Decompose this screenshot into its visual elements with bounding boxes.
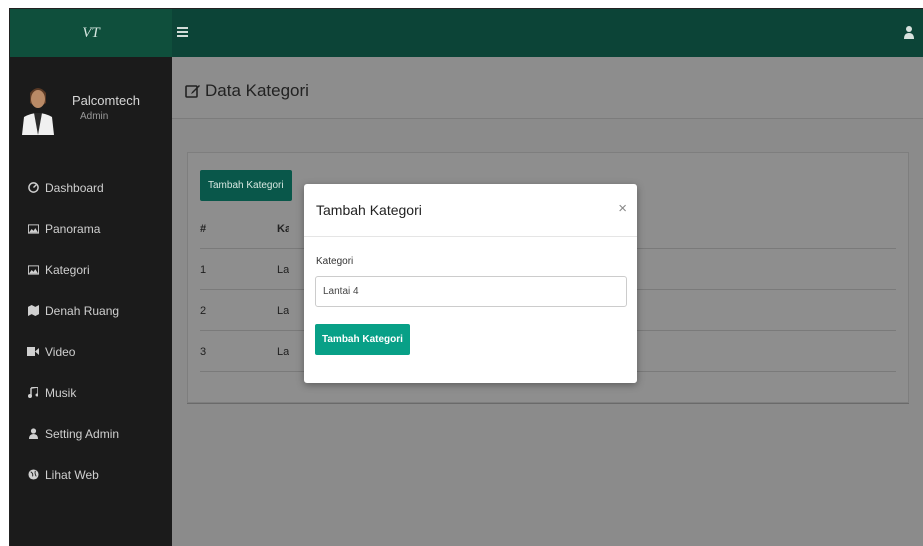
sidebar-item-label: Kategori bbox=[45, 262, 90, 277]
map-icon bbox=[27, 305, 39, 317]
edit-icon bbox=[185, 85, 200, 98]
modal-title: Tambah Kategori bbox=[316, 202, 422, 218]
page-title: Data Kategori bbox=[185, 81, 309, 101]
row-kategori: Lantai 2 bbox=[277, 305, 289, 317]
sidebar-item-label: Video bbox=[45, 344, 76, 359]
kategori-input[interactable] bbox=[315, 276, 627, 307]
user-menu-icon[interactable] bbox=[904, 25, 914, 39]
add-kategori-modal: Tambah Kategori × Kategori Tambah Katego… bbox=[304, 184, 637, 383]
avatar bbox=[20, 79, 56, 135]
music-icon bbox=[27, 387, 39, 399]
submit-kategori-button[interactable]: Tambah Kategori bbox=[315, 324, 410, 355]
user-profile: Palcomtech Admin bbox=[10, 57, 172, 147]
brand-logo[interactable]: VT bbox=[10, 9, 172, 57]
app-window: VT Palcomtech Admin Dashboard Panorama K… bbox=[9, 8, 923, 546]
modal-header: Tambah Kategori × bbox=[304, 184, 637, 237]
brand-logo-text: VT bbox=[82, 25, 100, 41]
profile-name: Palcomtech bbox=[72, 93, 140, 108]
row-number: 1 bbox=[200, 264, 207, 276]
sidebar-item-label: Denah Ruang bbox=[45, 303, 120, 318]
profile-role: Admin bbox=[80, 111, 109, 122]
image-icon bbox=[27, 264, 39, 276]
sidebar-item-label: Setting Admin bbox=[45, 426, 120, 441]
sidebar-item-lihat-web[interactable]: Lihat Web bbox=[10, 454, 172, 495]
sidebar-item-label: Dashboard bbox=[45, 180, 104, 195]
sidebar-item-panorama[interactable]: Panorama bbox=[10, 208, 172, 249]
sidebar-item-musik[interactable]: Musik bbox=[10, 372, 172, 413]
sidebar-item-label: Lihat Web bbox=[45, 467, 99, 482]
sidebar-item-label: Panorama bbox=[45, 221, 101, 236]
menu-toggle-icon[interactable] bbox=[177, 27, 188, 37]
topbar bbox=[172, 9, 923, 57]
video-icon bbox=[27, 346, 39, 358]
sidebar-item-kategori[interactable]: Kategori bbox=[10, 249, 172, 290]
kategori-field-label: Kategori bbox=[316, 256, 354, 267]
sidebar-item-setting-admin[interactable]: Setting Admin bbox=[10, 413, 172, 454]
sidebar-nav: Dashboard Panorama Kategori Denah Ruang bbox=[10, 167, 172, 495]
globe-icon bbox=[27, 469, 39, 481]
row-number: 3 bbox=[200, 346, 207, 358]
sidebar-item-denah-ruang[interactable]: Denah Ruang bbox=[10, 290, 172, 331]
sidebar-item-video[interactable]: Video bbox=[10, 331, 172, 372]
column-header-kategori: Kategori bbox=[277, 223, 289, 235]
page-title-text: Data Kategori bbox=[205, 81, 309, 100]
close-icon[interactable]: × bbox=[618, 200, 627, 217]
add-kategori-button[interactable]: Tambah Kategori bbox=[200, 170, 292, 201]
dashboard-icon bbox=[27, 182, 39, 194]
column-header-number: # bbox=[200, 223, 207, 235]
image-icon bbox=[27, 223, 39, 235]
user-icon bbox=[27, 428, 39, 440]
sidebar-item-dashboard[interactable]: Dashboard bbox=[10, 167, 172, 208]
sidebar-item-label: Musik bbox=[45, 385, 77, 400]
sidebar: VT Palcomtech Admin Dashboard Panorama K… bbox=[10, 9, 172, 546]
row-kategori: Lantai 3 bbox=[277, 346, 289, 358]
row-number: 2 bbox=[200, 305, 207, 317]
page-header: Data Kategori bbox=[172, 57, 923, 119]
row-kategori: Lantai 1 bbox=[277, 264, 289, 276]
